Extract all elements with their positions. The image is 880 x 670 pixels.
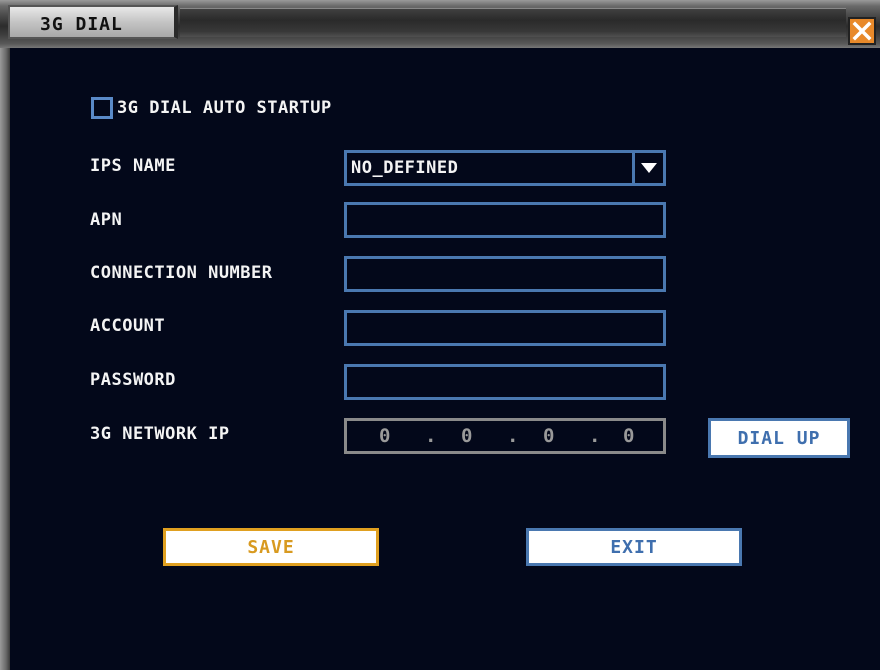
account-input[interactable] [344, 310, 666, 346]
ip-separator: . [425, 425, 437, 447]
dropdown-arrow-icon [641, 163, 657, 173]
title-bar: 3G DIAL [0, 0, 880, 48]
ip-octet-1: 0 [379, 425, 391, 447]
connection-number-input[interactable] [344, 256, 666, 292]
dial-up-button[interactable]: DIAL UP [708, 418, 850, 458]
ips-name-value: NO_DEFINED [351, 158, 459, 178]
exit-button[interactable]: EXIT [526, 528, 742, 566]
password-input[interactable] [344, 364, 666, 400]
ip-octet-4: 0 [623, 425, 635, 447]
save-button[interactable]: SAVE [163, 528, 379, 566]
account-label: ACCOUNT [90, 316, 166, 336]
ips-name-label: IPS NAME [90, 156, 176, 176]
title-bar-band [180, 8, 846, 37]
ip-octet-3: 0 [543, 425, 555, 447]
auto-startup-label: 3G DIAL AUTO STARTUP [117, 98, 332, 118]
ips-name-dropdown-button[interactable] [632, 153, 663, 183]
password-label: PASSWORD [90, 370, 176, 390]
close-button[interactable] [848, 17, 876, 45]
ip-octet-2: 0 [461, 425, 473, 447]
window-title: 3G DIAL [40, 14, 123, 35]
dialog-window: 3G DIAL 3G DIAL AUTO STARTUP IPS NAME NO… [0, 0, 880, 670]
auto-startup-checkbox[interactable] [91, 97, 113, 119]
title-tab: 3G DIAL [8, 5, 178, 39]
network-ip-field: 0 . 0 . 0 . 0 [344, 418, 666, 454]
connection-number-label: CONNECTION NUMBER [90, 263, 273, 283]
apn-label: APN [90, 210, 123, 230]
ip-separator: . [507, 425, 519, 447]
network-ip-label: 3G NETWORK IP [90, 424, 230, 444]
window-left-edge [0, 48, 10, 670]
apn-input[interactable] [344, 202, 666, 238]
ips-name-select[interactable]: NO_DEFINED [344, 150, 666, 186]
ip-separator: . [589, 425, 601, 447]
dialog-content [10, 48, 880, 670]
close-x-icon [852, 21, 872, 41]
